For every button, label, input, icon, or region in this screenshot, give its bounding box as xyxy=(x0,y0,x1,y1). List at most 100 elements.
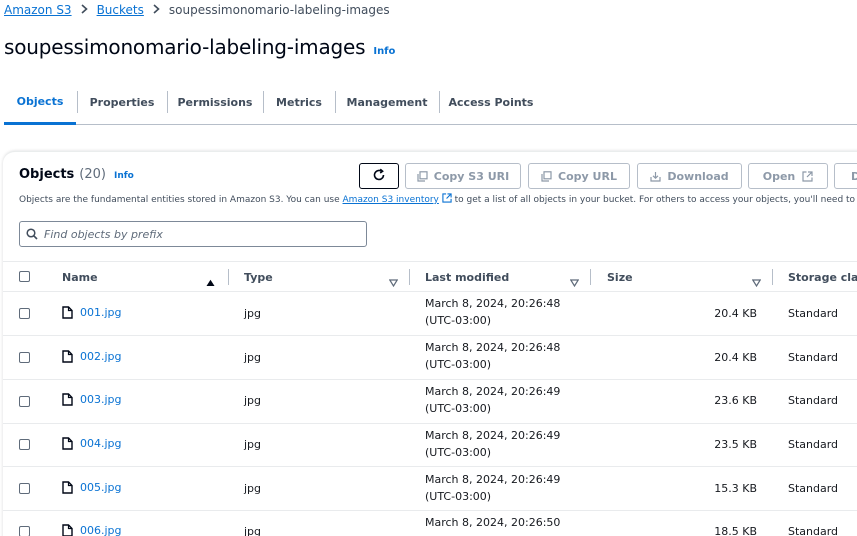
objects-header: Objects (20) Info xyxy=(19,167,134,182)
object-type: jpg xyxy=(244,351,262,364)
object-size: 20.4 KB xyxy=(714,351,757,364)
object-size: 15.3 KB xyxy=(714,482,757,495)
table-row[interactable]: 004.jpg jpg March 8, 2024, 20:26:49 (UTC… xyxy=(3,423,857,467)
objects-count: (20) xyxy=(79,167,106,182)
download-button[interactable]: Download xyxy=(637,163,742,189)
copy-s3-uri-label: Copy S3 URI xyxy=(433,169,510,183)
row-checkbox[interactable] xyxy=(19,526,30,536)
sort-icon[interactable] xyxy=(569,272,580,291)
open-button[interactable]: Open xyxy=(748,163,828,189)
breadcrumb: Amazon S3 Buckets soupessimonomario-labe… xyxy=(4,2,390,18)
s3-inventory-link[interactable]: Amazon S3 inventory xyxy=(343,195,439,205)
object-type: jpg xyxy=(244,394,262,407)
file-icon xyxy=(62,393,73,406)
tab-objects[interactable]: Objects xyxy=(4,80,76,125)
column-header-type[interactable]: Type xyxy=(244,262,273,292)
object-size: 23.6 KB xyxy=(714,394,757,407)
object-name-link[interactable]: 005.jpg xyxy=(62,481,122,494)
row-checkbox[interactable] xyxy=(19,483,30,494)
object-name-link[interactable]: 003.jpg xyxy=(62,393,122,406)
column-divider[interactable] xyxy=(590,269,591,285)
sort-icon[interactable] xyxy=(388,272,399,291)
external-link-icon xyxy=(802,170,813,182)
table-header: Name Type Last modified Size Storage cla… xyxy=(3,261,857,292)
object-storage-class: Standard xyxy=(788,438,839,451)
breadcrumb-current: soupessimonomario-labeling-images xyxy=(168,3,390,17)
column-header-last-modified[interactable]: Last modified xyxy=(425,262,509,292)
page-title-row: soupessimonomario-labeling-images Info xyxy=(4,35,395,59)
object-storage-class: Standard xyxy=(788,351,839,364)
copy-url-label: Copy URL xyxy=(558,169,617,183)
object-last-modified: March 8, 2024, 20:26:50 xyxy=(425,516,561,529)
object-last-modified: March 8, 2024, 20:26:49 (UTC-03:00) xyxy=(425,429,561,459)
delete-label: D xyxy=(851,170,857,183)
file-icon xyxy=(62,481,73,494)
delete-button[interactable]: D xyxy=(834,163,857,189)
table-row[interactable]: 005.jpg jpg March 8, 2024, 20:26:49 (UTC… xyxy=(3,467,857,511)
bucket-info-link[interactable]: Info xyxy=(373,46,395,57)
object-type: jpg xyxy=(244,482,262,495)
refresh-button[interactable] xyxy=(359,163,399,189)
object-size: 23.5 KB xyxy=(714,438,757,451)
tab-metrics[interactable]: Metrics xyxy=(264,80,334,124)
row-checkbox[interactable] xyxy=(19,439,30,450)
object-storage-class: Standard xyxy=(788,482,839,495)
column-divider[interactable] xyxy=(409,269,410,285)
file-icon xyxy=(62,350,73,363)
column-header-name[interactable]: Name xyxy=(62,262,98,292)
object-name-link[interactable]: 002.jpg xyxy=(62,350,122,363)
object-type: jpg xyxy=(244,438,262,451)
sort-ascending-icon[interactable] xyxy=(206,272,215,291)
object-storage-class: Standard xyxy=(788,307,839,320)
tab-access-points[interactable]: Access Points xyxy=(440,80,542,124)
download-label: Download xyxy=(667,169,729,183)
object-last-modified: March 8, 2024, 20:26:49 (UTC-03:00) xyxy=(425,473,561,503)
column-header-storage-class[interactable]: Storage class xyxy=(788,262,857,292)
object-storage-class: Standard xyxy=(788,394,839,407)
object-name-link[interactable]: 004.jpg xyxy=(62,437,122,450)
page-title: soupessimonomario-labeling-images xyxy=(4,35,366,59)
column-divider[interactable] xyxy=(772,269,773,285)
object-storage-class: Standard xyxy=(788,525,839,536)
row-checkbox[interactable] xyxy=(19,308,30,319)
refresh-icon xyxy=(372,168,386,185)
external-link-icon xyxy=(442,193,452,206)
column-header-size[interactable]: Size xyxy=(607,262,633,292)
object-name-link[interactable]: 001.jpg xyxy=(62,306,122,319)
file-icon xyxy=(62,437,73,450)
table-row[interactable]: 003.jpg jpg March 8, 2024, 20:26:49 (UTC… xyxy=(3,380,857,424)
table-row[interactable]: 002.jpg jpg March 8, 2024, 20:26:48 (UTC… xyxy=(3,336,857,380)
objects-info-link[interactable]: Info xyxy=(114,171,134,181)
object-last-modified: March 8, 2024, 20:26:48 (UTC-03:00) xyxy=(425,297,561,327)
search-box xyxy=(19,221,367,247)
object-type: jpg xyxy=(244,525,262,536)
tab-permissions[interactable]: Permissions xyxy=(168,80,262,124)
search-input[interactable] xyxy=(44,227,344,241)
breadcrumb-amazon-s3[interactable]: Amazon S3 xyxy=(4,3,72,17)
tab-bar: Objects Properties Permissions Metrics M… xyxy=(4,80,857,125)
row-checkbox[interactable] xyxy=(19,352,30,363)
object-last-modified: March 8, 2024, 20:26:48 (UTC-03:00) xyxy=(425,341,561,371)
object-name-link[interactable]: 006.jpg xyxy=(62,524,122,536)
copy-s3-uri-button[interactable]: Copy S3 URI xyxy=(405,163,521,189)
tab-management[interactable]: Management xyxy=(336,80,438,124)
column-divider[interactable] xyxy=(228,269,229,285)
file-icon xyxy=(62,524,73,536)
row-checkbox[interactable] xyxy=(19,396,30,407)
object-type: jpg xyxy=(244,307,262,320)
copy-url-button[interactable]: Copy URL xyxy=(528,163,630,189)
breadcrumb-buckets[interactable]: Buckets xyxy=(97,3,144,17)
objects-title: Objects xyxy=(19,167,75,182)
select-all-checkbox[interactable] xyxy=(19,271,30,282)
object-size: 18.5 KB xyxy=(714,525,757,536)
download-icon xyxy=(650,171,661,182)
chevron-right-icon xyxy=(81,3,88,17)
table-row[interactable]: 001.jpg jpg March 8, 2024, 20:26:48 (UTC… xyxy=(3,292,857,336)
sort-icon[interactable] xyxy=(751,272,762,291)
table-row[interactable]: 006.jpg jpg March 8, 2024, 20:26:50 18.5… xyxy=(3,511,857,536)
copy-icon xyxy=(417,170,428,182)
tab-properties[interactable]: Properties xyxy=(78,80,166,124)
chevron-right-icon xyxy=(153,3,160,17)
open-label: Open xyxy=(762,169,796,183)
object-size: 20.4 KB xyxy=(714,307,757,320)
